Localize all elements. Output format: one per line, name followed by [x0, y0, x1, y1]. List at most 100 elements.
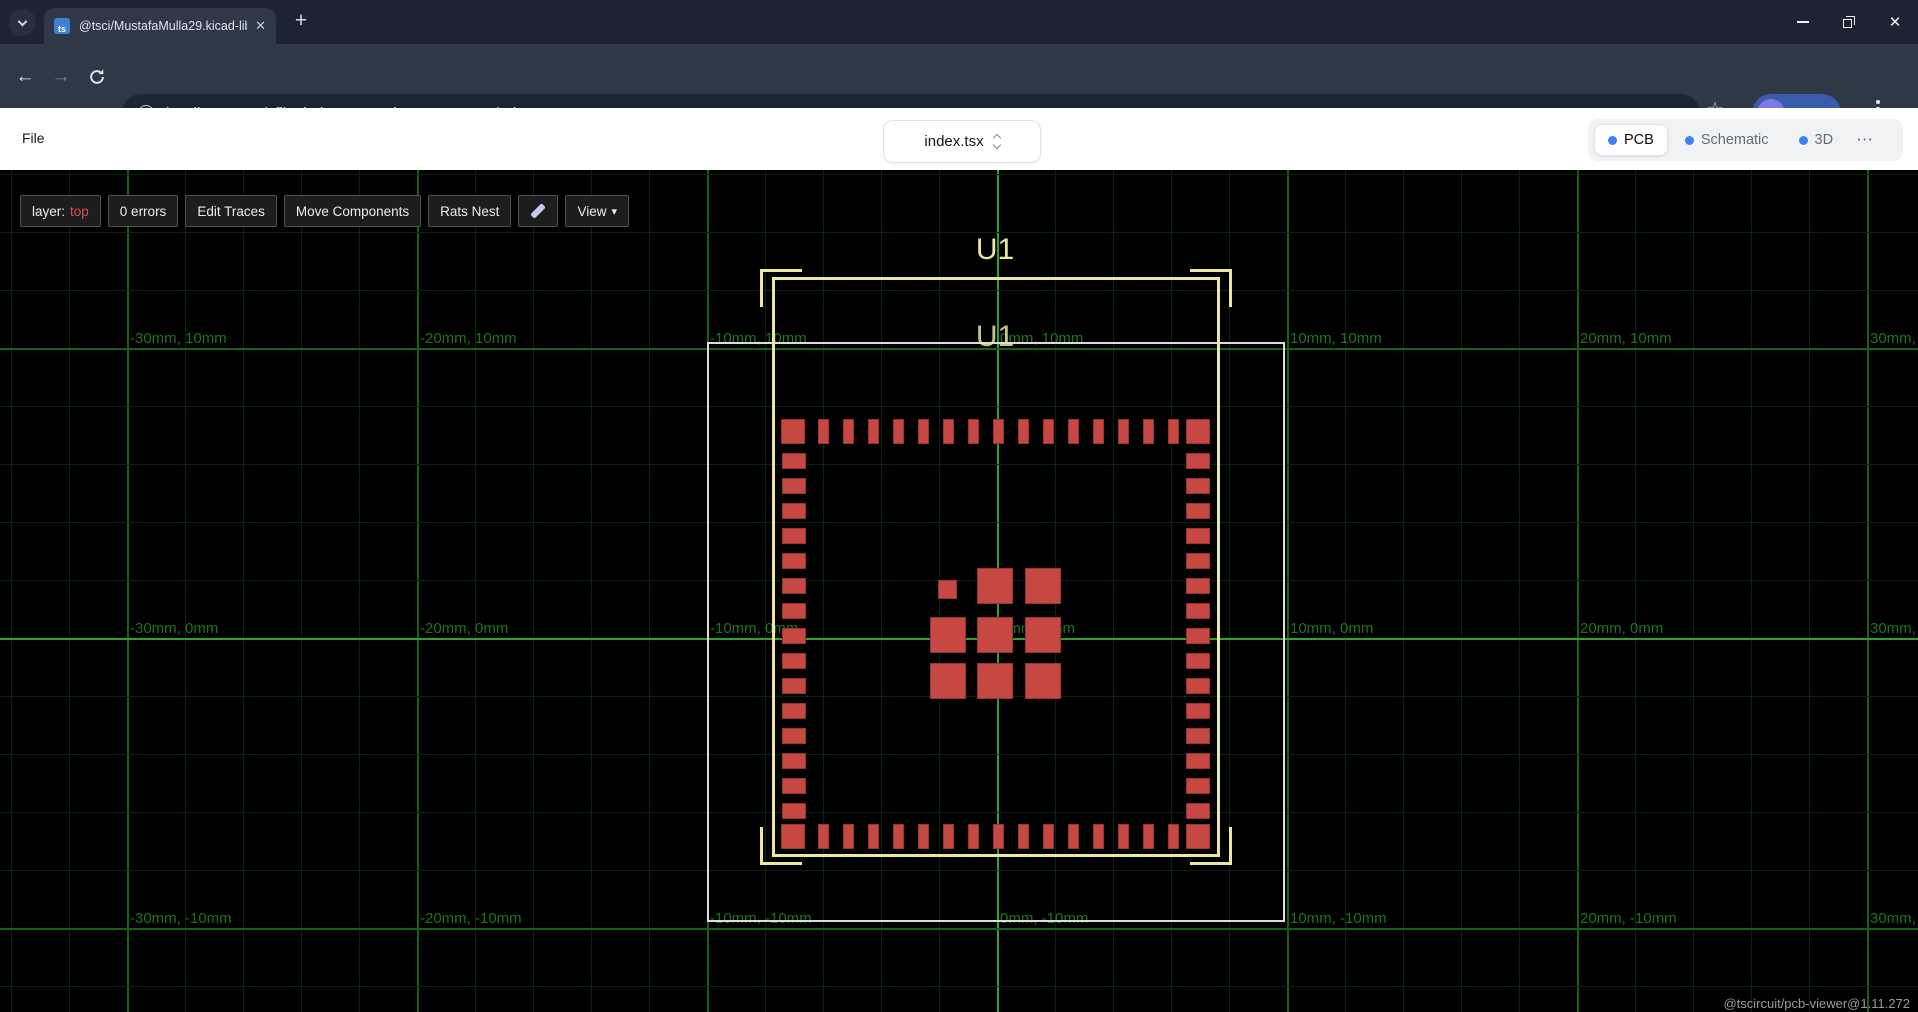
pcb-canvas[interactable]: -30mm, 10mm-20mm, 10mm-10mm, 10mm0mm, 10… — [0, 170, 1918, 1012]
pad[interactable] — [843, 419, 854, 444]
thermal-pad[interactable] — [1025, 568, 1061, 604]
pad[interactable] — [1186, 753, 1210, 769]
reload-button[interactable] — [84, 64, 110, 90]
window-close-button[interactable]: ✕ — [1872, 0, 1918, 44]
pad[interactable] — [782, 753, 806, 769]
corner-pad[interactable] — [781, 419, 805, 444]
pad[interactable] — [1143, 824, 1154, 849]
pad[interactable] — [943, 419, 954, 444]
minimize-button[interactable] — [1780, 0, 1826, 44]
pad[interactable] — [818, 419, 829, 444]
thermal-pad[interactable] — [977, 568, 1013, 604]
file-menu[interactable]: File — [22, 130, 45, 146]
pad[interactable] — [1186, 678, 1210, 694]
pad[interactable] — [1186, 453, 1210, 469]
layer-button[interactable]: layer:top — [20, 195, 101, 227]
pad[interactable] — [1186, 778, 1210, 794]
thermal-pad[interactable] — [938, 580, 957, 599]
pad[interactable] — [782, 803, 806, 819]
errors-button[interactable]: 0 errors — [108, 195, 179, 227]
pad[interactable] — [1186, 478, 1210, 494]
pad[interactable] — [1043, 824, 1054, 849]
browser-address-bar: ← → i localhost:3020/#file=index.tsx&mai… — [0, 44, 1918, 108]
browser-tab[interactable]: ts @tsci/MustafaMulla29.kicad-lib ✕ — [44, 8, 276, 44]
thermal-pad[interactable] — [930, 663, 966, 699]
pad[interactable] — [968, 824, 979, 849]
view-tab-3d[interactable]: 3D — [1786, 125, 1847, 155]
corner-pad[interactable] — [1186, 419, 1210, 444]
thermal-pad[interactable] — [977, 663, 1013, 699]
pad[interactable] — [782, 453, 806, 469]
pad[interactable] — [1118, 419, 1129, 444]
pad[interactable] — [1068, 419, 1079, 444]
pad[interactable] — [1018, 824, 1029, 849]
pad[interactable] — [1186, 578, 1210, 594]
view-button[interactable]: View▾ — [565, 195, 629, 227]
pad[interactable] — [893, 419, 904, 444]
pad[interactable] — [943, 824, 954, 849]
pad[interactable] — [782, 778, 806, 794]
pad[interactable] — [1186, 503, 1210, 519]
rats-nest-button[interactable]: Rats Nest — [428, 195, 511, 227]
pad[interactable] — [1043, 419, 1054, 444]
edit-silkscreen-button[interactable] — [518, 195, 558, 227]
pad[interactable] — [1186, 803, 1210, 819]
typescript-favicon-icon: ts — [54, 18, 70, 34]
pad[interactable] — [1186, 528, 1210, 544]
pad[interactable] — [782, 603, 806, 619]
pad[interactable] — [1186, 728, 1210, 744]
view-tab-schematic[interactable]: Schematic — [1672, 125, 1782, 155]
thermal-pad[interactable] — [1025, 663, 1061, 699]
tab-search-button[interactable] — [9, 9, 36, 36]
thermal-pad[interactable] — [930, 617, 966, 653]
view-tab-label: Schematic — [1701, 132, 1769, 148]
view-more-button[interactable]: ⋯ — [1856, 130, 1874, 150]
pad[interactable] — [782, 628, 806, 644]
pad[interactable] — [1118, 824, 1129, 849]
pad[interactable] — [993, 824, 1004, 849]
pad[interactable] — [782, 553, 806, 569]
pad[interactable] — [1186, 603, 1210, 619]
pad[interactable] — [843, 824, 854, 849]
pad[interactable] — [1186, 628, 1210, 644]
forward-button[interactable]: → — [48, 64, 74, 90]
pad[interactable] — [782, 503, 806, 519]
pad[interactable] — [782, 528, 806, 544]
pad[interactable] — [868, 824, 879, 849]
pad[interactable] — [818, 824, 829, 849]
thermal-pad[interactable] — [977, 617, 1013, 653]
back-button[interactable]: ← — [12, 64, 38, 90]
pad[interactable] — [868, 419, 879, 444]
pad[interactable] — [1093, 824, 1104, 849]
restore-button[interactable] — [1826, 0, 1872, 44]
pad[interactable] — [1168, 419, 1179, 444]
pad[interactable] — [893, 824, 904, 849]
pad[interactable] — [1143, 419, 1154, 444]
pad[interactable] — [1168, 824, 1179, 849]
corner-pad[interactable] — [781, 824, 805, 849]
thermal-pad[interactable] — [1025, 617, 1061, 653]
pad[interactable] — [968, 419, 979, 444]
pad[interactable] — [782, 728, 806, 744]
pad[interactable] — [1093, 419, 1104, 444]
pad[interactable] — [1186, 553, 1210, 569]
move-components-button[interactable]: Move Components — [284, 195, 421, 227]
pad[interactable] — [993, 419, 1004, 444]
new-tab-button[interactable]: + — [289, 10, 313, 34]
file-selector[interactable]: index.tsx — [883, 120, 1041, 163]
pad[interactable] — [782, 653, 806, 669]
pad[interactable] — [1186, 703, 1210, 719]
pad[interactable] — [1186, 653, 1210, 669]
pad[interactable] — [782, 703, 806, 719]
edit-traces-button[interactable]: Edit Traces — [185, 195, 277, 227]
pad[interactable] — [918, 824, 929, 849]
pad[interactable] — [782, 678, 806, 694]
pad[interactable] — [1068, 824, 1079, 849]
corner-pad[interactable] — [1186, 824, 1210, 849]
pad[interactable] — [782, 478, 806, 494]
pad[interactable] — [1018, 419, 1029, 444]
pad[interactable] — [918, 419, 929, 444]
view-tab-pcb[interactable]: PCB — [1594, 124, 1668, 156]
tab-close-icon[interactable]: ✕ — [255, 18, 266, 34]
pad[interactable] — [782, 578, 806, 594]
